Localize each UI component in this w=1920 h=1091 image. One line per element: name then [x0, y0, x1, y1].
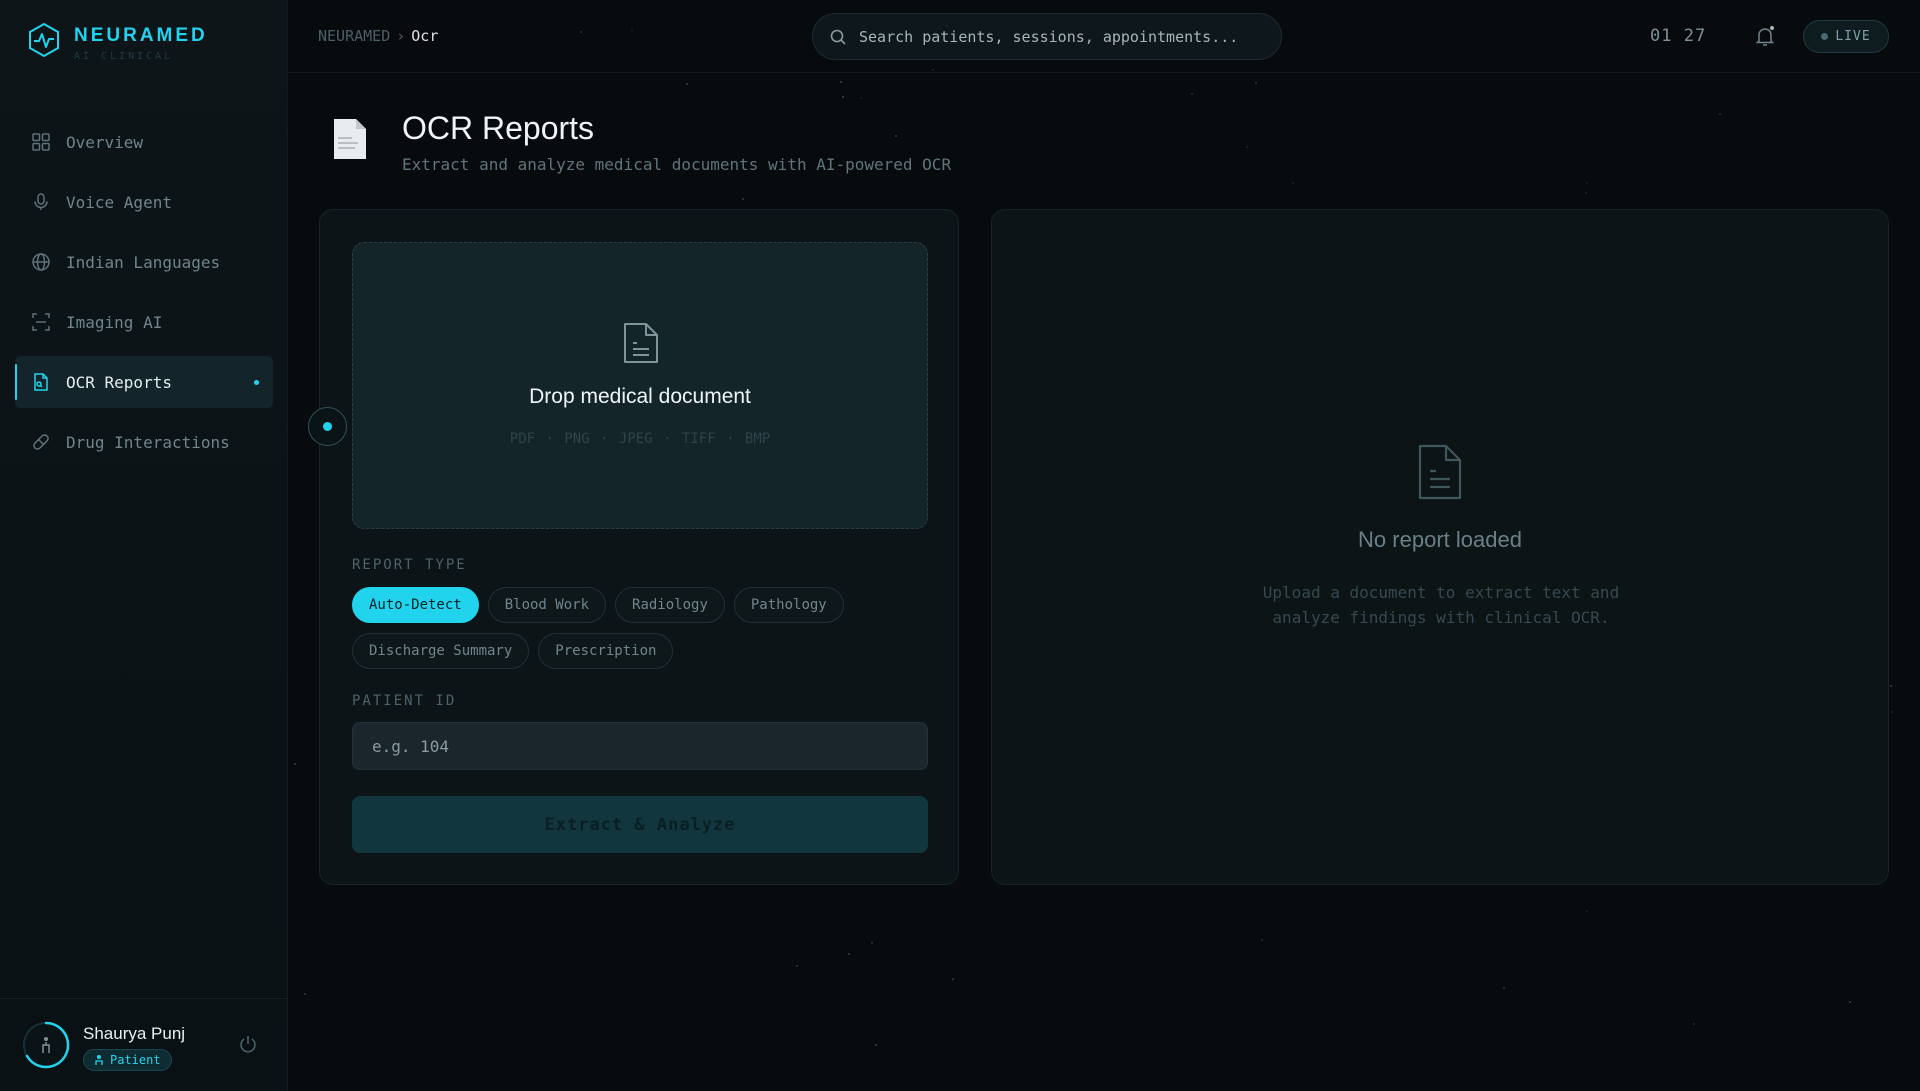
star-dot — [1191, 93, 1193, 95]
user-profile[interactable]: Shaurya Punj Patient — [0, 998, 288, 1091]
sidebar-item-indian-languages[interactable]: Indian Languages — [15, 236, 273, 288]
star-dot — [1693, 1023, 1695, 1025]
page-subtitle: Extract and analyze medical documents wi… — [402, 155, 952, 174]
supported-formats: PDF · PNG · JPEG · TIFF · BMP — [509, 431, 771, 447]
document-icon — [334, 119, 366, 159]
sidebar-item-imaging-ai[interactable]: Imaging AI — [15, 296, 273, 348]
document-scan-icon — [34, 373, 48, 391]
clock-display: 01 27 — [1650, 26, 1707, 46]
star-dot — [871, 942, 873, 944]
sidebar-item-label: Imaging AI — [66, 312, 163, 332]
sidebar-nav: Overview Voice Agent Indian Languages Im… — [15, 116, 273, 476]
star-dot — [860, 97, 862, 99]
star-dot — [742, 198, 744, 200]
patient-id-input[interactable] — [352, 722, 928, 770]
star-dot — [1292, 182, 1294, 184]
user-name: Shaurya Punj — [83, 1024, 186, 1043]
search-icon — [830, 29, 846, 45]
extract-analyze-button[interactable]: Extract & Analyze — [352, 796, 928, 853]
brand-subtitle: AI CLINICAL — [74, 51, 174, 62]
star-dot — [875, 1044, 877, 1046]
star-dot — [895, 135, 897, 137]
person-icon — [95, 1055, 103, 1065]
sidebar-item-label: OCR Reports — [66, 372, 172, 392]
breadcrumb: NEURAMED › Ocr — [318, 27, 438, 45]
search-input[interactable] — [859, 27, 1259, 46]
dropzone-title: Drop medical document — [529, 385, 751, 408]
star-dot — [294, 763, 296, 765]
sidebar-item-voice-agent[interactable]: Voice Agent — [15, 176, 273, 228]
heartbeat-hexagon-icon — [29, 22, 59, 58]
scan-icon — [32, 313, 50, 331]
globe-icon — [32, 253, 50, 271]
file-text-icon — [1418, 444, 1462, 500]
chip-discharge-summary[interactable]: Discharge Summary — [352, 633, 530, 669]
sidebar-item-drug-interactions[interactable]: Drug Interactions — [15, 416, 273, 468]
report-type-label: REPORT TYPE — [352, 557, 467, 573]
star-dot — [304, 993, 306, 995]
sidebar: NEURAMED AI CLINICAL Overview Voice Agen… — [0, 0, 288, 1091]
star-dot — [840, 81, 842, 83]
avatar — [23, 1021, 70, 1069]
file-text-icon — [624, 323, 658, 363]
sidebar-item-ocr-reports[interactable]: OCR Reports — [15, 356, 273, 408]
brand[interactable]: NEURAMED AI CLINICAL — [26, 22, 208, 62]
file-dropzone[interactable]: Drop medical document PDF · PNG · JPEG ·… — [352, 242, 928, 529]
power-icon[interactable] — [238, 1034, 258, 1054]
microphone-icon — [34, 193, 48, 210]
brand-name: NEURAMED — [74, 25, 208, 46]
star-dot — [1261, 939, 1263, 941]
live-dot — [1821, 33, 1829, 40]
star-dot — [842, 96, 844, 98]
grid-icon — [32, 133, 50, 151]
sidebar-item-label: Voice Agent — [66, 192, 172, 212]
sidebar-item-label: Indian Languages — [66, 252, 221, 272]
upload-panel: Drop medical document PDF · PNG · JPEG ·… — [319, 209, 959, 885]
chip-radiology[interactable]: Radiology — [615, 587, 725, 623]
star-dot — [952, 978, 954, 980]
star-dot — [1586, 182, 1588, 184]
page-title: OCR Reports — [402, 110, 595, 146]
pill-icon — [33, 434, 49, 450]
sidebar-item-label: Drug Interactions — [66, 432, 230, 452]
topbar: NEURAMED › Ocr 01 27 LIVE — [288, 0, 1920, 73]
role-badge: Patient — [83, 1049, 172, 1071]
patient-id-label: PATIENT ID — [352, 693, 457, 709]
star-dot — [848, 953, 850, 955]
report-results-panel: No report loaded Upload a document to ex… — [991, 209, 1889, 885]
star-dot — [1246, 146, 1248, 148]
empty-state-title: No report loaded — [1358, 527, 1522, 552]
report-type-options: Auto-Detect Blood Work Radiology Patholo… — [352, 587, 928, 669]
search-bar[interactable] — [812, 13, 1282, 60]
bell-icon[interactable] — [1753, 24, 1777, 48]
star-dot — [1719, 113, 1721, 115]
panel-toggle-handle[interactable] — [308, 407, 347, 446]
sidebar-item-label: Overview — [66, 132, 144, 152]
empty-state-description: Upload a document to extract text and an… — [1262, 583, 1620, 627]
star-dot — [1849, 1001, 1851, 1003]
star-dot — [1255, 82, 1257, 84]
chip-auto-detect[interactable]: Auto-Detect — [352, 587, 479, 623]
breadcrumb-current: Ocr — [411, 27, 439, 45]
star-dot — [1503, 987, 1505, 989]
star-dot — [796, 965, 798, 967]
breadcrumb-separator: › — [396, 27, 406, 45]
live-label: LIVE — [1835, 29, 1871, 44]
star-dot — [686, 83, 688, 85]
star-dot — [1585, 192, 1587, 194]
role-label: Patient — [110, 1053, 161, 1067]
chip-blood-work[interactable]: Blood Work — [487, 587, 607, 623]
star-dot — [1890, 685, 1892, 687]
star-dot — [1891, 711, 1893, 713]
star-dot — [1586, 910, 1588, 912]
chip-prescription[interactable]: Prescription — [538, 633, 674, 669]
chip-pathology[interactable]: Pathology — [733, 587, 844, 623]
sidebar-item-overview[interactable]: Overview — [15, 116, 273, 168]
breadcrumb-root[interactable]: NEURAMED — [318, 27, 390, 45]
active-indicator-dot — [254, 380, 259, 385]
live-status-badge: LIVE — [1803, 20, 1889, 53]
